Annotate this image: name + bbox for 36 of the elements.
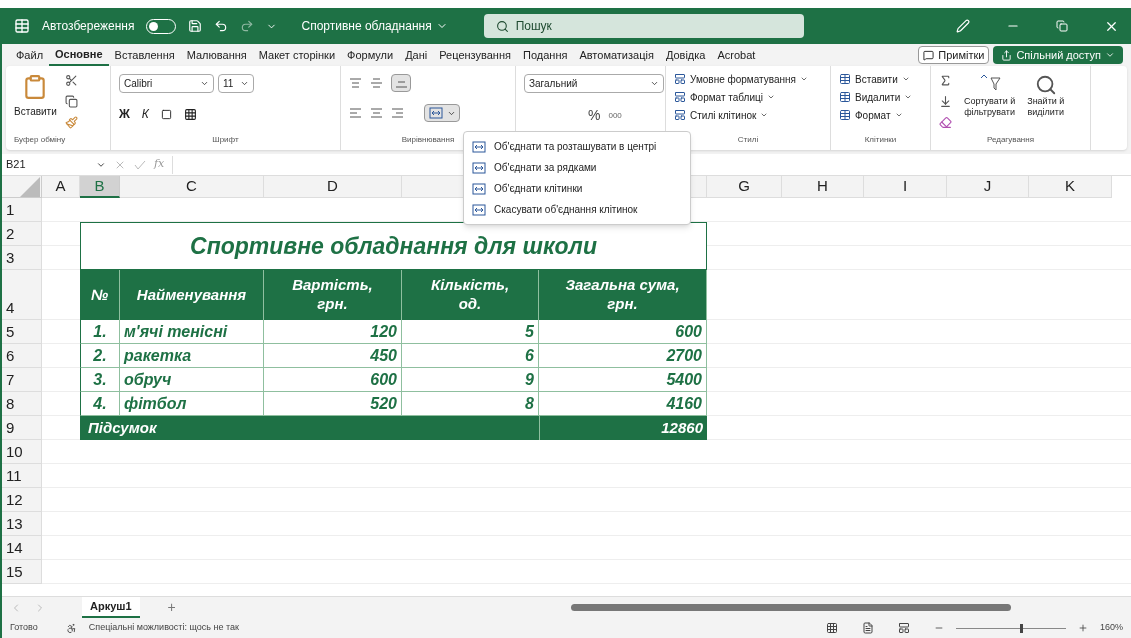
table-cell: 600 — [539, 320, 707, 344]
table-cell: обруч — [120, 368, 264, 392]
status-text: Готово — [10, 621, 38, 635]
group-label: Шрифт — [212, 134, 239, 146]
total-label-cell: Підсумок — [80, 416, 539, 440]
total-value-cell: 12860 — [539, 416, 707, 440]
table-cell: 4. — [80, 392, 120, 416]
column-heading-cell: Найменування — [120, 270, 264, 320]
group-label: Редагування — [986, 134, 1035, 146]
table-cell: 6 — [402, 344, 539, 368]
table-cell: 8 — [402, 392, 539, 416]
table-cell: 5400 — [539, 368, 707, 392]
table-cell: 2. — [80, 344, 120, 368]
table-cell: 120 — [264, 320, 402, 344]
group-label: Вирівнювання — [401, 134, 455, 146]
group-label: Клітинки — [864, 134, 897, 146]
group-label: Стилі — [737, 134, 759, 146]
autosave-label: Автозбереження — [42, 18, 135, 35]
table-cell: м'ячі тенісні — [120, 320, 264, 344]
table-cell: 1. — [80, 320, 120, 344]
column-heading-cell: № — [80, 270, 120, 320]
table-cell: 600 — [264, 368, 402, 392]
column-heading-cell: Вартість, грн. — [264, 270, 402, 320]
table-cell: 4160 — [539, 392, 707, 416]
table-cell: 450 — [264, 344, 402, 368]
table-cell: фітбол — [120, 392, 264, 416]
table-cell: 3. — [80, 368, 120, 392]
column-heading-cell: Загальна сума, грн. — [539, 270, 707, 320]
table-cell: 2700 — [539, 344, 707, 368]
table-cell: 5 — [402, 320, 539, 344]
column-heading-cell: Кількість, од. — [402, 270, 539, 320]
table-cell: 9 — [402, 368, 539, 392]
group-label: Буфер обміну — [14, 134, 67, 146]
table-title-cell: Спортивне обладнання для школи — [80, 222, 707, 270]
table-cell: ракетка — [120, 344, 264, 368]
table-cell: 520 — [264, 392, 402, 416]
